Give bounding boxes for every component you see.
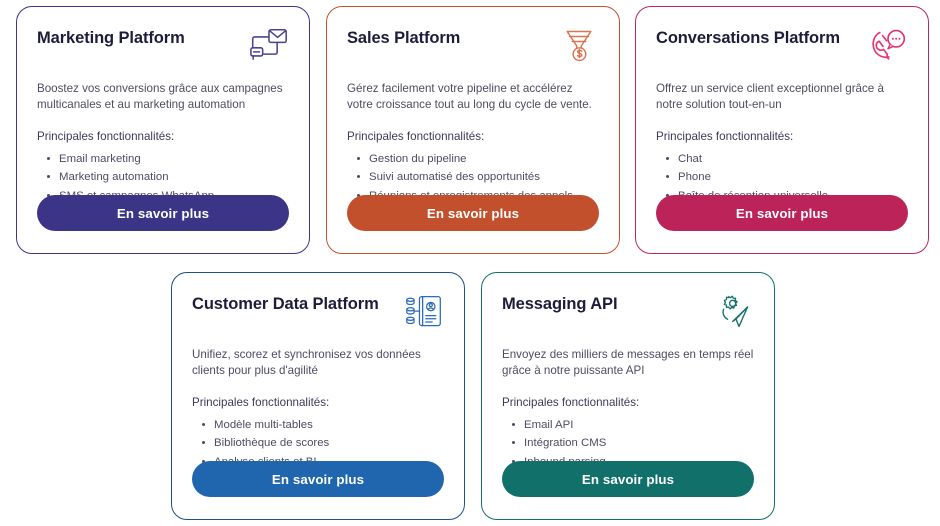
card-messaging-api: Messaging API Envoyez des milliers de me… [481,272,775,520]
card-description: Unifiez, scorez et synchronisez vos donn… [192,348,421,378]
card-header: Conversations Platform [656,27,908,65]
card-marketing-platform: Marketing Platform Boostez vos conversio… [16,6,310,254]
learn-more-button[interactable]: En savoir plus [37,195,289,231]
card-description: Envoyez des milliers de messages en temp… [502,348,754,378]
product-cards-grid: Marketing Platform Boostez vos conversio… [0,0,940,526]
list-item: Modèle multi-tables [202,416,444,434]
features-label: Principales fonctionnalités: [502,395,640,409]
learn-more-button[interactable]: En savoir plus [347,195,599,231]
phone-chat-bubble-icon [868,27,908,65]
card-title: Customer Data Platform [192,295,379,313]
card-title: Messaging API [502,295,618,313]
features-label: Principales fonctionnalités: [37,129,175,143]
card-customer-data-platform: Customer Data Platform Unifiez, scorez e… [171,272,465,520]
card-header: Customer Data Platform [192,293,444,331]
list-item: Intégration CMS [512,434,754,452]
paper-plane-gear-icon [714,293,754,331]
list-item: Chat [666,150,908,168]
features-label: Principales fonctionnalités: [347,129,485,143]
card-description: Gérez facilement votre pipeline et accél… [347,82,592,112]
sales-funnel-dollar-icon [559,27,599,65]
card-description: Offrez un service client exceptionnel gr… [656,82,884,112]
card-title: Conversations Platform [656,29,840,47]
learn-more-button[interactable]: En savoir plus [192,461,444,497]
list-item: Email API [512,416,754,434]
features-label: Principales fonctionnalités: [192,395,330,409]
card-header: Messaging API [502,293,754,331]
list-item: Email marketing [47,150,289,168]
list-item: Bibliothèque de scores [202,434,444,452]
card-title: Marketing Platform [37,29,185,47]
learn-more-button[interactable]: En savoir plus [502,461,754,497]
list-item: Suivi automatisé des opportunités [357,168,599,186]
card-conversations-platform: Conversations Platform Offrez un service… [635,6,929,254]
learn-more-button[interactable]: En savoir plus [656,195,908,231]
card-title: Sales Platform [347,29,461,47]
list-item: Gestion du pipeline [357,150,599,168]
envelope-chat-icon [249,27,289,65]
list-item: Marketing automation [47,168,289,186]
card-header: Sales Platform [347,27,599,65]
features-label: Principales fonctionnalités: [656,129,794,143]
card-sales-platform: Sales Platform Gérez facilement votre pi… [326,6,620,254]
card-description: Boostez vos conversions grâce aux campag… [37,82,283,112]
list-item: Phone [666,168,908,186]
card-header: Marketing Platform [37,27,289,65]
database-profile-card-icon [404,293,444,331]
